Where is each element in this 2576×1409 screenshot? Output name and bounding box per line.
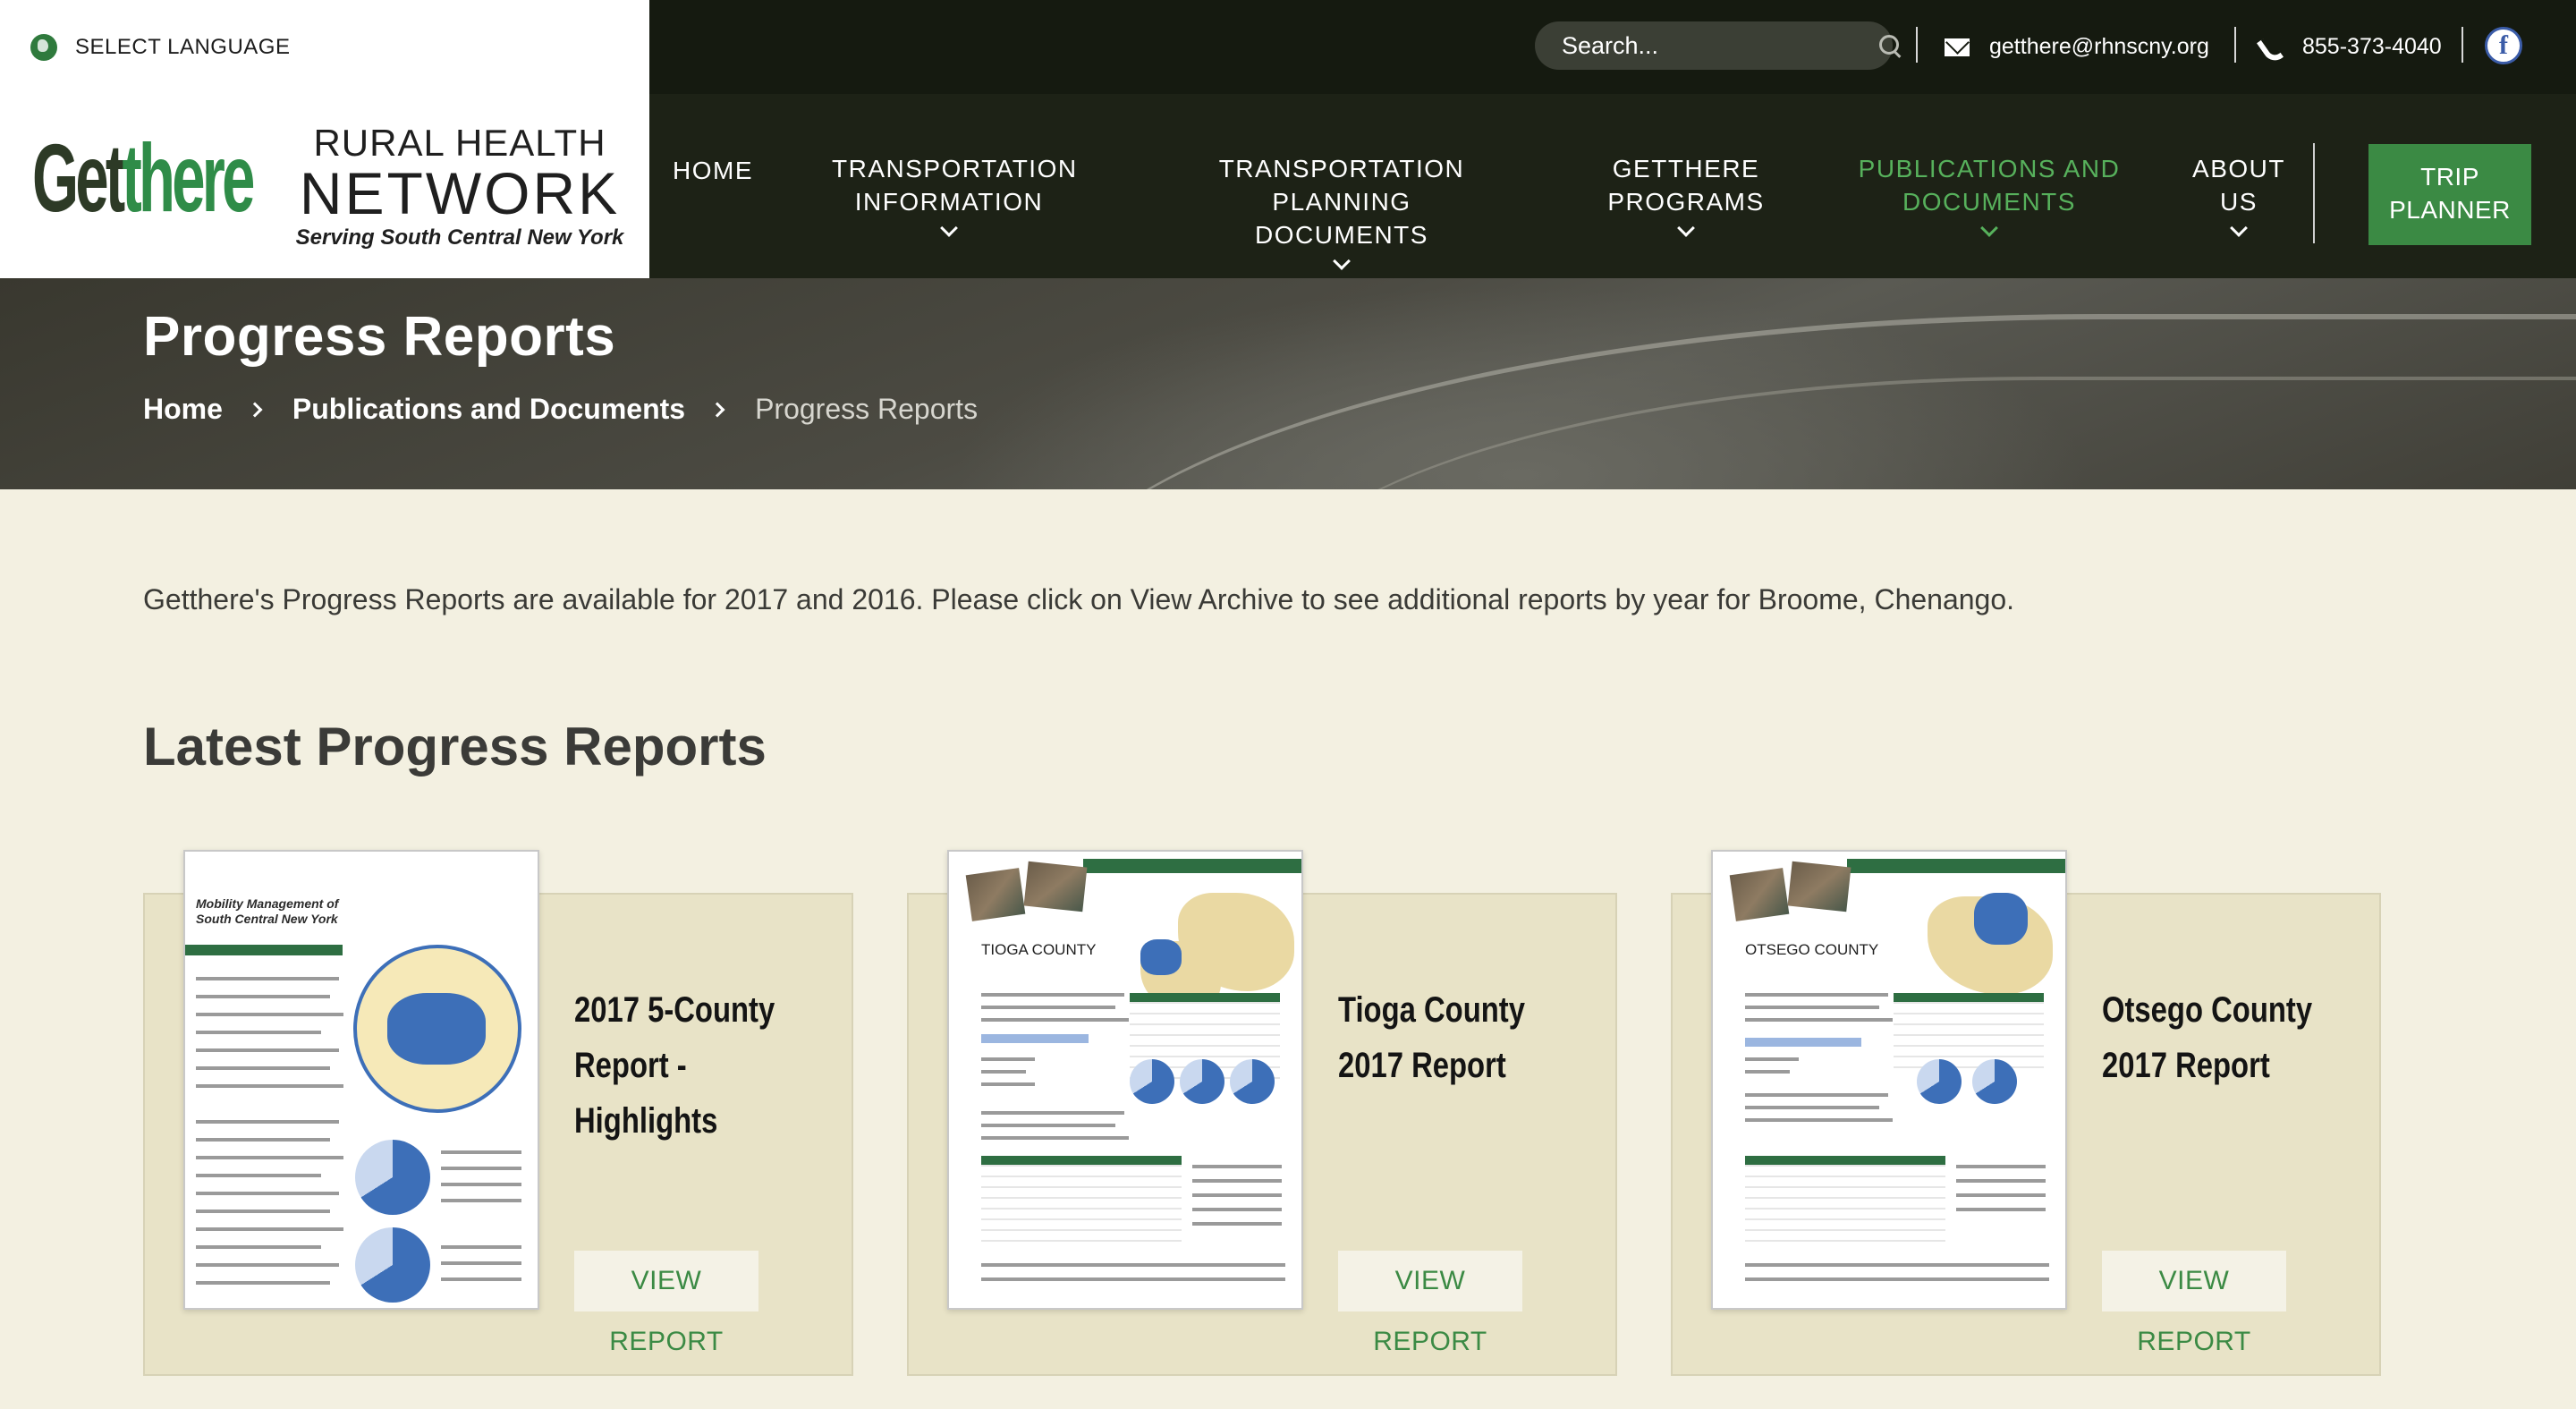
logo-tagline: Serving South Central New York [295,225,624,250]
view-report-button[interactable]: VIEW REPORT [2102,1251,2286,1356]
divider [2462,27,2463,63]
nav-home[interactable]: HOME [673,154,752,187]
report-thumbnail[interactable]: TIOGA COUNTY [947,850,1303,1310]
nav-divider [2313,143,2315,243]
report-title: Tioga County 2017 Report [1338,990,1525,1085]
intro-text: Getthere's Progress Reports are availabl… [143,583,2015,615]
page-hero: Progress Reports Home Publications and D… [0,278,2576,489]
nav-transportation-planning-documents[interactable]: TRANSPORTATION PLANNING DOCUMENTS [1152,152,1531,270]
section-title: Latest Progress Reports [143,717,767,777]
report-title: Otsego County 2017 Report [2102,990,2313,1085]
logo-line-2: NETWORK [299,160,621,226]
facebook-icon[interactable]: f [2485,27,2522,64]
view-report-button[interactable]: VIEW REPORT [574,1251,758,1356]
chevron-right-icon [709,402,725,417]
nav-publications-and-documents[interactable]: PUBLICATIONS AND DOCUMENTS [1857,152,2122,237]
chevron-down-icon [1333,252,1351,270]
breadcrumb-home[interactable]: Home [143,393,223,426]
rural-health-network-logo: RURAL HEALTH NETWORK Serving South Centr… [290,124,630,250]
nav-about-us[interactable]: ABOUT US [2182,152,2295,237]
phone-link[interactable]: 855-373-4040 [2261,0,2442,94]
phone-icon [2261,37,2283,58]
report-thumbnail[interactable]: OTSEGO COUNTY [1711,850,2067,1310]
mail-icon [1945,38,1970,56]
globe-icon [30,33,57,61]
page-title: Progress Reports [143,306,616,368]
language-selector-label: SELECT LANGUAGE [75,34,291,59]
divider [1916,27,1918,63]
chevron-right-icon [247,402,263,417]
breadcrumb: Home Publications and Documents Progress… [143,393,978,426]
email-text: getthere@rhnscny.org [1989,34,2209,59]
trip-planner-button[interactable]: TRIP PLANNER [2368,144,2531,245]
chevron-down-icon [2230,219,2248,237]
search-box[interactable] [1535,21,1899,70]
chevron-down-icon [1980,219,1998,237]
email-link[interactable]: getthere@rhnscny.org [1945,0,2209,94]
nav-getthere-programs[interactable]: GETTHERE PROGRAMS [1606,152,1766,237]
site-logo[interactable]: Getthere RURAL HEALTH NETWORK Serving So… [0,94,649,278]
nav-transportation-information[interactable]: TRANSPORTATION INFORMATION [832,152,1076,237]
language-selector[interactable]: SELECT LANGUAGE [0,0,649,94]
breadcrumb-publications[interactable]: Publications and Documents [292,393,685,426]
breadcrumb-current: Progress Reports [755,393,979,425]
divider [2234,27,2236,63]
chevron-down-icon [1677,219,1695,237]
getthere-logo: Getthere [32,123,255,232]
report-thumbnail[interactable]: Mobility Management of South Central New… [183,850,539,1310]
search-input[interactable] [1562,31,1878,60]
chevron-down-icon [940,219,958,237]
phone-text: 855-373-4040 [2302,34,2442,59]
logo-line-1: RURAL HEALTH [313,122,606,164]
view-report-button[interactable]: VIEW REPORT [1338,1251,1522,1356]
report-title: 2017 5-County Report - Highlights [574,990,775,1141]
